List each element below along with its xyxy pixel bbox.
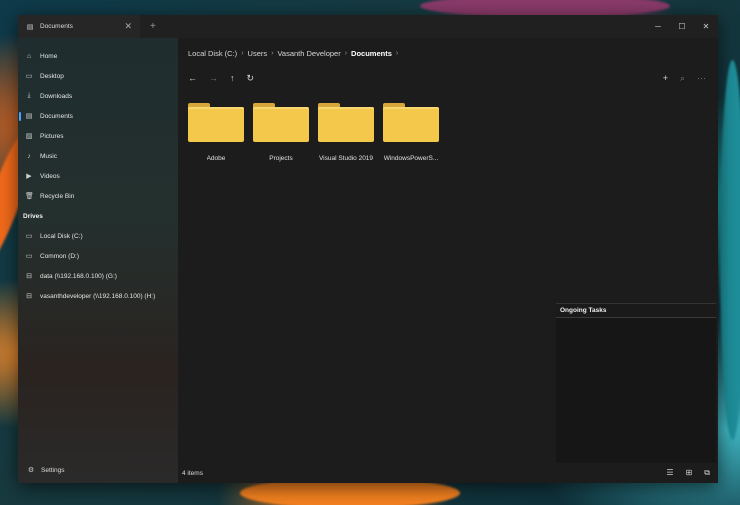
breadcrumb-item[interactable]: Vasanth Developer	[277, 49, 340, 58]
sidebar-item-label: vasanthdeveloper (\\192.168.0.100) (H:)	[40, 292, 156, 300]
add-icon[interactable]: +	[663, 73, 668, 83]
folder-item[interactable]: Projects	[253, 103, 309, 162]
refresh-icon[interactable]: ↻	[247, 73, 255, 84]
sidebar-item-videos[interactable]: ▶ Videos	[18, 166, 178, 186]
sidebar-item-drive-h[interactable]: ⊟ vasanthdeveloper (\\192.168.0.100) (H:…	[18, 286, 178, 306]
maximize-button[interactable]: ☐	[670, 22, 694, 31]
sidebar: ⌂ Home ▭ Desktop ⤓ Downloads ▤ Documents…	[18, 38, 178, 483]
ongoing-tasks-list	[556, 318, 716, 463]
sidebar-item-label: Common (D:)	[40, 252, 80, 260]
drives-header: Drives	[23, 212, 43, 220]
wallpaper-streak	[720, 60, 740, 440]
sidebar-item-label: Documents	[40, 112, 73, 120]
recycle-bin-icon: 🗑	[25, 193, 34, 200]
settings-label: Settings	[41, 466, 65, 474]
sidebar-item-label: Downloads	[40, 92, 73, 100]
network-drive-icon: ⊟	[26, 293, 32, 300]
sidebar-item-downloads[interactable]: ⤓ Downloads	[18, 86, 178, 106]
chevron-right-icon: ›	[344, 49, 348, 57]
navigation-toolbar: ← → ↑ ↻ + ⌕ ···	[178, 68, 718, 88]
music-icon: ♪	[27, 152, 31, 160]
sidebar-item-label: Desktop	[40, 72, 64, 80]
document-icon: ▤	[25, 113, 33, 120]
sidebar-item-desktop[interactable]: ▭ Desktop	[18, 66, 178, 86]
sidebar-item-music[interactable]: ♪ Music	[18, 146, 178, 166]
settings-button[interactable]: ⚙ Settings	[18, 457, 178, 483]
chevron-right-icon: ›	[241, 49, 244, 57]
tab-close-icon[interactable]: ✕	[124, 21, 132, 32]
title-bar: ▤ Documents ✕ + ─ ☐ ✕	[18, 15, 718, 38]
sidebar-item-home[interactable]: ⌂ Home	[18, 46, 178, 66]
sidebar-item-drive-c[interactable]: ▭ Local Disk (C:)	[18, 226, 178, 246]
sidebar-item-label: data (\\192.168.0.100) (G:)	[40, 272, 117, 280]
ongoing-tasks-title: Ongoing Tasks	[556, 304, 716, 318]
drive-icon: ▭	[25, 253, 33, 260]
sidebar-item-drive-g[interactable]: ⊟ data (\\192.168.0.100) (G:)	[18, 266, 178, 286]
network-drive-icon: ⊟	[26, 273, 32, 280]
new-tab-button[interactable]: +	[150, 21, 156, 32]
breadcrumb: Local Disk (C:) › Users › Vasanth Develo…	[178, 38, 718, 68]
file-explorer-window: ▤ Documents ✕ + ─ ☐ ✕ ⌂ Home ▭ Desktop ⤓…	[18, 15, 718, 483]
back-arrow-icon[interactable]: ←	[188, 73, 197, 83]
home-icon: ⌂	[26, 52, 32, 60]
sidebar-item-pictures[interactable]: ▨ Pictures	[18, 126, 178, 146]
sidebar-item-recycle-bin[interactable]: 🗑 Recycle Bin	[18, 186, 178, 206]
folder-icon	[318, 103, 374, 143]
sidebar-item-label: Local Disk (C:)	[40, 232, 83, 240]
folder-icon	[383, 103, 439, 143]
breadcrumb-current[interactable]: Documents	[351, 49, 392, 58]
sidebar-item-label: Recycle Bin	[40, 192, 75, 200]
breadcrumb-item[interactable]: Local Disk (C:)	[188, 49, 237, 58]
tab-documents[interactable]: ▤ Documents ✕	[18, 15, 140, 38]
tasks-toggle-icon[interactable]: ⧉	[704, 468, 710, 478]
chevron-right-icon[interactable]: ›	[396, 50, 398, 57]
sidebar-item-label: Videos	[40, 172, 60, 180]
main-pane: Local Disk (C:) › Users › Vasanth Develo…	[178, 38, 718, 483]
sidebar-item-documents[interactable]: ▤ Documents	[18, 106, 178, 126]
sidebar-item-label: Pictures	[40, 132, 64, 140]
forward-arrow-icon[interactable]: →	[209, 73, 218, 83]
folder-item[interactable]: Visual Studio 2019	[318, 103, 374, 162]
folder-name: Adobe	[206, 155, 226, 162]
search-icon[interactable]: ⌕	[680, 73, 685, 84]
folder-name: WindowsPowerS...	[383, 155, 439, 162]
sidebar-item-label: Home	[40, 52, 58, 60]
drive-icon: ▭	[25, 233, 33, 240]
document-icon: ▤	[26, 23, 34, 31]
folder-name: Visual Studio 2019	[318, 155, 374, 162]
folder-icon	[188, 103, 244, 143]
status-bar: 4 items ☰ ⊞ ⧉	[178, 463, 718, 483]
view-options: ☰ ⊞ ⧉	[666, 468, 718, 478]
up-arrow-icon[interactable]: ↑	[230, 73, 235, 83]
list-view-icon[interactable]: ☰	[666, 468, 673, 478]
video-icon: ▶	[26, 173, 32, 180]
folder-name: Projects	[269, 155, 293, 162]
folder-icon	[253, 103, 309, 143]
breadcrumb-item[interactable]: Users	[248, 49, 268, 58]
tab-title: Documents	[40, 23, 73, 30]
more-options-icon[interactable]: ···	[697, 73, 706, 83]
download-icon: ⤓	[27, 92, 31, 99]
grid-view-icon[interactable]: ⊞	[686, 468, 693, 478]
item-count: 4 items	[182, 469, 203, 477]
picture-icon: ▨	[25, 133, 33, 140]
folder-item[interactable]: Adobe	[188, 103, 244, 162]
chevron-right-icon: ›	[271, 49, 274, 57]
folder-item[interactable]: WindowsPowerS...	[383, 103, 439, 162]
close-button[interactable]: ✕	[694, 22, 718, 31]
sidebar-item-drive-d[interactable]: ▭ Common (D:)	[18, 246, 178, 266]
file-grid: Adobe Projects Visual Studio 2019 Window…	[178, 88, 718, 162]
sidebar-item-label: Music	[40, 152, 57, 160]
window-controls: ─ ☐ ✕	[646, 22, 718, 31]
desktop-icon: ▭	[25, 73, 33, 80]
minimize-button[interactable]: ─	[646, 22, 670, 31]
ongoing-tasks-panel: Ongoing Tasks	[556, 303, 716, 463]
toolbar-actions: + ⌕ ···	[663, 73, 718, 84]
gear-icon: ⚙	[27, 467, 35, 474]
